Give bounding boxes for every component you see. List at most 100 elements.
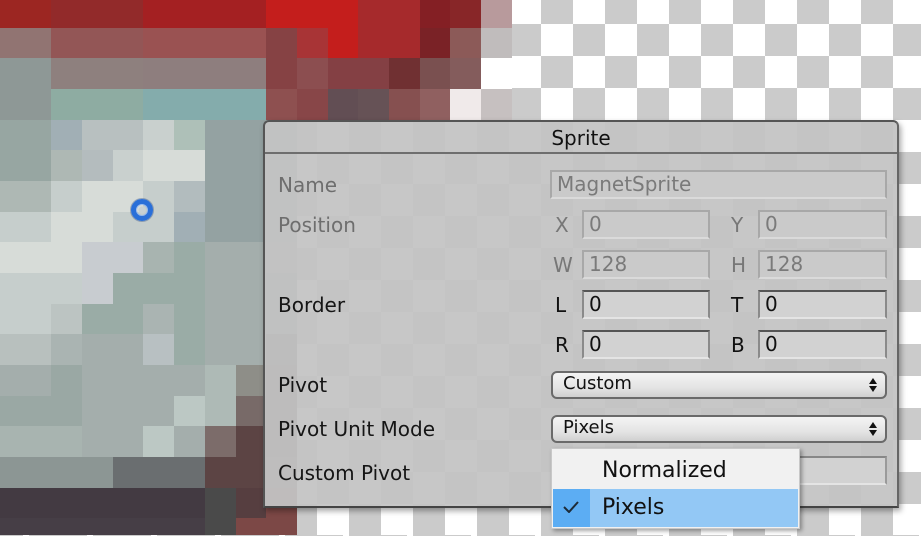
sprite-pixel: [0, 457, 51, 488]
sprite-pixel: [328, 28, 358, 58]
sprite-pixel: [82, 396, 113, 426]
sprite-pixel: [82, 488, 113, 518]
sprite-pixel: [113, 334, 143, 365]
sprite-pixel: [0, 0, 51, 28]
pivot-unit-mode-dropdown[interactable]: Pixels: [551, 415, 887, 443]
sprite-pixel: [0, 304, 51, 334]
border-r-label: R: [555, 333, 569, 357]
sprite-pixel: [266, 28, 297, 58]
sprite-pixel: [143, 334, 174, 365]
position-x-field[interactable]: 0: [582, 210, 710, 239]
pivot-unit-mode-label: Pivot Unit Mode: [278, 417, 436, 441]
sprite-pixel: [82, 28, 113, 58]
sprite-pixel: [0, 426, 51, 457]
sprite-pixel: [174, 426, 205, 457]
sprite-pixel: [236, 334, 266, 365]
sprite-pixel: [143, 58, 174, 89]
sprite-pixel: [113, 58, 143, 89]
border-b-field[interactable]: 0: [758, 330, 887, 359]
sprite-pixel: [450, 89, 481, 120]
sprite-pixel: [113, 150, 143, 181]
menu-item-pixels[interactable]: Pixels: [553, 489, 798, 527]
sprite-pixel: [0, 150, 51, 181]
sprite-pixel: [143, 396, 174, 426]
menu-item-normalized[interactable]: Normalized: [553, 452, 798, 490]
sprite-pixel: [143, 488, 174, 518]
sprite-pixel: [236, 242, 266, 273]
sprite-pixel: [236, 181, 266, 212]
sprite-pixel: [481, 89, 512, 120]
sprite-pixel: [143, 273, 174, 304]
border-l-label: L: [555, 293, 567, 317]
title-divider: [265, 152, 897, 154]
sprite-pixel: [0, 273, 51, 304]
sprite-pixel: [174, 150, 205, 181]
sprite-pixel: [389, 58, 420, 89]
sprite-pixel: [266, 89, 297, 120]
sprite-pixel: [205, 304, 236, 334]
sprite-pixel: [82, 181, 113, 212]
sprite-pixel: [174, 334, 205, 365]
sprite-pixel: [328, 0, 358, 28]
sprite-pixel: [174, 304, 205, 334]
sprite-pixel: [358, 0, 389, 28]
sprite-pixel: [236, 212, 266, 242]
sprite-pixel: [450, 0, 481, 28]
sprite-pixel: [236, 58, 266, 89]
sprite-pixel: [205, 242, 236, 273]
border-l-field[interactable]: 0: [582, 290, 710, 319]
sprite-pixel: [174, 273, 205, 304]
sprite-pixel: [113, 488, 143, 518]
sprite-pixel: [236, 150, 266, 181]
sprite-pixel: [143, 304, 174, 334]
sprite-pixel: [236, 0, 266, 28]
sprite-pixel: [113, 120, 143, 150]
sprite-pixel: [143, 365, 174, 396]
border-t-field[interactable]: 0: [758, 290, 887, 319]
pivot-handle[interactable]: [131, 199, 153, 221]
sprite-pixel: [113, 304, 143, 334]
sprite-pixel: [450, 28, 481, 58]
sprite-pixel: [420, 28, 450, 58]
sprite-pixel: [0, 242, 51, 273]
position-h-field[interactable]: 128: [758, 250, 887, 279]
position-w-field[interactable]: 128: [582, 250, 710, 279]
sprite-pixel: [389, 28, 420, 58]
sprite-pixel: [82, 457, 113, 488]
sprite-pixel: [82, 334, 113, 365]
sprite-pixel: [481, 28, 512, 58]
sprite-pixel: [51, 334, 82, 365]
sprite-pixel: [143, 457, 174, 488]
sprite-pixel: [236, 518, 266, 535]
sprite-pixel: [0, 181, 51, 212]
sprite-pixel: [174, 58, 205, 89]
sprite-pixel: [205, 518, 236, 535]
sprite-pixel: [297, 89, 328, 120]
sprite-pixel: [143, 150, 174, 181]
sprite-pixel: [174, 89, 205, 120]
sprite-pixel: [328, 89, 358, 120]
sprite-pixel: [236, 304, 266, 334]
sprite-pixel: [205, 89, 236, 120]
border-r-field[interactable]: 0: [582, 330, 710, 359]
sprite-pixel: [82, 242, 113, 273]
sprite-pixel: [113, 365, 143, 396]
updown-arrows-icon: [869, 422, 877, 436]
name-label: Name: [278, 173, 338, 197]
sprite-pixel: [236, 365, 266, 396]
sprite-pixel: [0, 89, 51, 120]
sprite-pixel: [0, 58, 51, 89]
sprite-pixel: [236, 89, 266, 120]
position-x-label: X: [555, 213, 569, 237]
position-y-field[interactable]: 0: [758, 210, 887, 239]
sprite-pixel: [236, 120, 266, 150]
sprite-pixel: [420, 0, 450, 28]
border-t-label: T: [731, 293, 744, 317]
name-field[interactable]: MagnetSprite: [550, 170, 887, 199]
pivot-dropdown[interactable]: Custom: [551, 371, 887, 399]
sprite-pixel: [0, 488, 51, 518]
sprite-pixel: [174, 396, 205, 426]
sprite-pixel: [51, 426, 82, 457]
sprite-pixel: [174, 181, 205, 212]
sprite-pixel: [266, 518, 297, 535]
